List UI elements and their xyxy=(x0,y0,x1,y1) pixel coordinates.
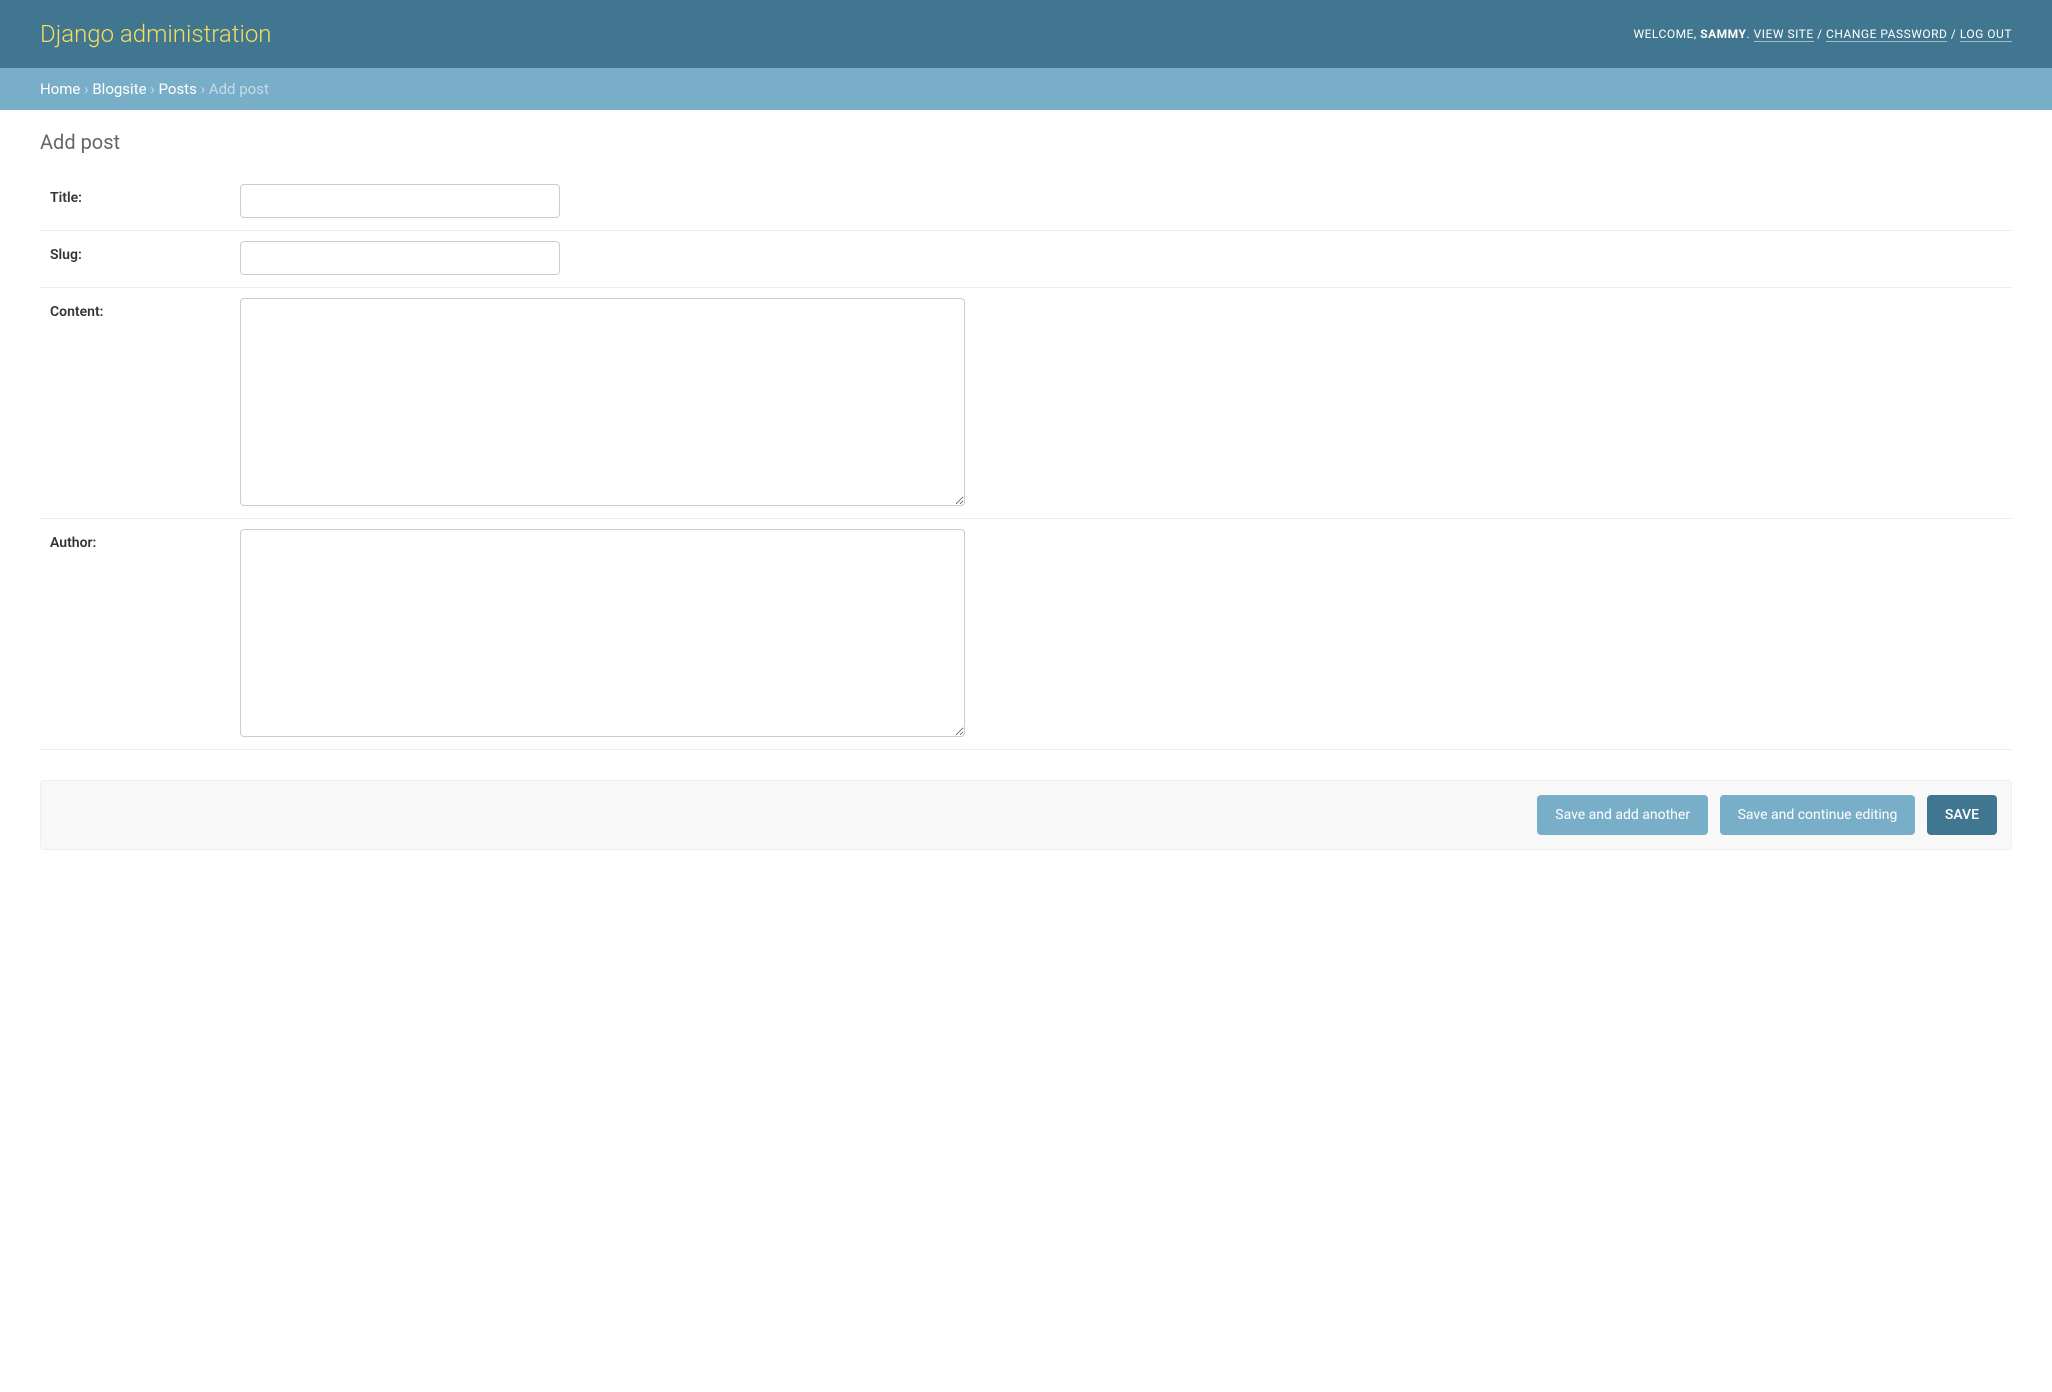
content-label: Content: xyxy=(40,298,240,320)
form-row-title: Title: xyxy=(40,174,2012,231)
view-site-link[interactable]: VIEW SITE xyxy=(1754,27,1814,42)
content-textarea[interactable] xyxy=(240,298,965,506)
add-post-form: Title: Slug: Content: Author: Save and a… xyxy=(40,174,2012,850)
author-textarea[interactable] xyxy=(240,529,965,737)
slug-input[interactable] xyxy=(240,241,560,275)
breadcrumb-app[interactable]: Blogsite xyxy=(92,80,146,98)
welcome-label: WELCOME, xyxy=(1633,27,1700,41)
change-password-link[interactable]: CHANGE PASSWORD xyxy=(1826,27,1947,42)
branding: Django administration xyxy=(40,20,272,48)
form-row-author: Author: xyxy=(40,519,2012,750)
breadcrumb-separator: › xyxy=(197,80,209,98)
breadcrumb-separator: › xyxy=(80,80,92,98)
save-continue-button[interactable]: Save and continue editing xyxy=(1720,795,1916,835)
log-out-link[interactable]: LOG OUT xyxy=(1960,27,2012,42)
user-tools: WELCOME, SAMMY. VIEW SITE / CHANGE PASSW… xyxy=(1633,27,2012,41)
slug-label: Slug: xyxy=(40,241,240,263)
site-title: Django administration xyxy=(40,20,272,48)
link-separator: / xyxy=(1947,27,1959,41)
header: Django administration WELCOME, SAMMY. VI… xyxy=(0,0,2052,68)
author-label: Author: xyxy=(40,529,240,551)
username: SAMMY xyxy=(1700,27,1746,41)
content: Add post Title: Slug: Content: Author: S… xyxy=(0,110,2052,870)
breadcrumb-model[interactable]: Posts xyxy=(159,80,197,98)
site-title-link[interactable]: Django administration xyxy=(40,20,272,48)
save-button[interactable]: SAVE xyxy=(1927,795,1997,835)
breadcrumb: Home › Blogsite › Posts › Add post xyxy=(0,68,2052,110)
save-add-another-button[interactable]: Save and add another xyxy=(1537,795,1708,835)
breadcrumb-home[interactable]: Home xyxy=(40,80,80,98)
submit-row: Save and add another Save and continue e… xyxy=(40,780,2012,850)
page-title: Add post xyxy=(40,130,2012,154)
link-separator: / xyxy=(1814,27,1826,41)
period-separator: . xyxy=(1746,27,1753,41)
title-label: Title: xyxy=(40,184,240,206)
breadcrumb-separator: › xyxy=(147,80,159,98)
title-input[interactable] xyxy=(240,184,560,218)
breadcrumb-current: Add post xyxy=(209,80,269,98)
form-row-content: Content: xyxy=(40,288,2012,519)
form-row-slug: Slug: xyxy=(40,231,2012,288)
